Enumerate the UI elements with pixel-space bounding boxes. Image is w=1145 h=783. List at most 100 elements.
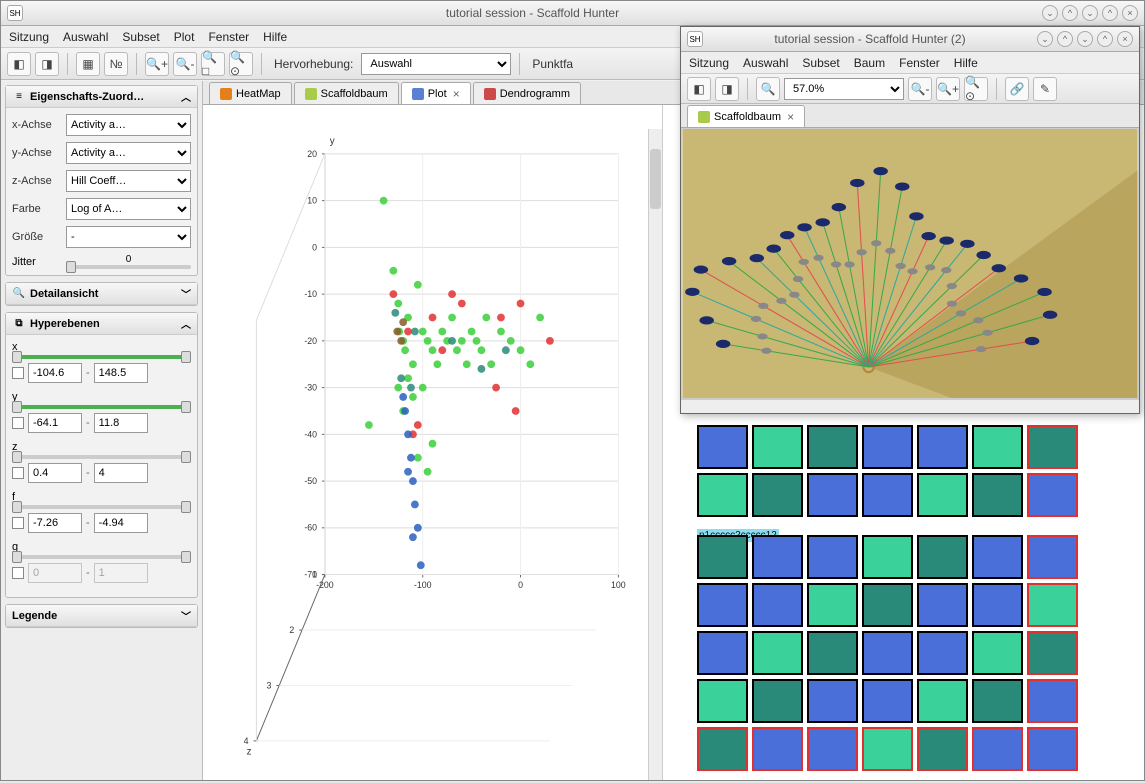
hyper-x-slider[interactable]: [12, 355, 191, 359]
jitter-slider[interactable]: [66, 265, 191, 269]
treemap-cell[interactable]: [697, 679, 748, 723]
treemap-cell[interactable]: [697, 425, 748, 469]
treemap-cell[interactable]: [917, 727, 968, 771]
treemap-cell[interactable]: [862, 631, 913, 675]
hyper-z-min[interactable]: [28, 463, 82, 483]
plot-area[interactable]: y20100-10-20-30-40-50-60-70-200-1000100z…: [203, 105, 663, 780]
treemap-cell[interactable]: [1027, 631, 1078, 675]
treemap-cell[interactable]: [807, 583, 858, 627]
hyper-f-check[interactable]: [12, 517, 24, 529]
menu-sitzung[interactable]: Sitzung: [9, 30, 49, 44]
zoom-sel-icon[interactable]: 🔍⊙: [964, 77, 988, 101]
menu-subset[interactable]: Subset: [122, 30, 159, 44]
treemap-cell[interactable]: [862, 425, 913, 469]
treemap-cell[interactable]: [862, 473, 913, 517]
hyper-y-min[interactable]: [28, 413, 82, 433]
hyper-panel-head[interactable]: ⧉ Hyperebenen ︿: [6, 313, 197, 335]
menu2-fenster[interactable]: Fenster: [899, 56, 940, 70]
legend-panel-head[interactable]: Legende ﹀: [6, 605, 197, 627]
treemap-cell[interactable]: [1027, 583, 1078, 627]
color-select[interactable]: Log of A…: [66, 198, 191, 220]
tab-close-icon[interactable]: ×: [453, 87, 460, 101]
zoom-fit-icon[interactable]: 🔍: [756, 77, 780, 101]
hyper-x-max[interactable]: [94, 363, 148, 383]
size-select[interactable]: -: [66, 226, 191, 248]
link-icon[interactable]: 🔗: [1005, 77, 1029, 101]
minimize-button[interactable]: ⌄: [1077, 31, 1093, 47]
expand-icon[interactable]: ﹀: [181, 286, 191, 301]
treemap-cell[interactable]: [752, 679, 803, 723]
treemap-cell[interactable]: [862, 727, 913, 771]
brush-icon[interactable]: ✎: [1033, 77, 1057, 101]
hyper-y-slider[interactable]: [12, 405, 191, 409]
titlebar-extra1-button[interactable]: ⌄: [1042, 5, 1058, 21]
treemap-cell[interactable]: [752, 583, 803, 627]
scatter-plot[interactable]: y20100-10-20-30-40-50-60-70-200-1000100z…: [203, 105, 662, 780]
titlebar-extra2-button[interactable]: ^: [1062, 5, 1078, 21]
menu-fenster[interactable]: Fenster: [208, 30, 249, 44]
hyper-z-check[interactable]: [12, 467, 24, 479]
close-button[interactable]: ×: [1122, 5, 1138, 21]
menu2-baum[interactable]: Baum: [854, 56, 885, 70]
treemap[interactable]: n1ccccc2ccccc12: [697, 425, 1144, 780]
zoom-out-icon[interactable]: 🔍-: [173, 52, 197, 76]
treemap-cell[interactable]: [917, 679, 968, 723]
treemap-cell[interactable]: [1027, 679, 1078, 723]
treemap-cell[interactable]: [752, 535, 803, 579]
menu2-auswahl[interactable]: Auswahl: [743, 56, 788, 70]
menu-hilfe[interactable]: Hilfe: [263, 30, 287, 44]
treemap-cell[interactable]: [972, 425, 1023, 469]
treemap-cell[interactable]: [1027, 425, 1078, 469]
hyper-z-max[interactable]: [94, 463, 148, 483]
treemap-cell[interactable]: [862, 583, 913, 627]
treemap-cell[interactable]: [1027, 727, 1078, 771]
treemap-cell[interactable]: [1027, 535, 1078, 579]
layout-right-icon[interactable]: ◨: [715, 77, 739, 101]
treemap-cell[interactable]: [972, 535, 1023, 579]
treemap-cell[interactable]: [807, 425, 858, 469]
tab-dendrogramm[interactable]: Dendrogramm: [473, 82, 581, 104]
treemap-cell[interactable]: [807, 727, 858, 771]
treemap-cell[interactable]: [972, 679, 1023, 723]
menu2-hilfe[interactable]: Hilfe: [954, 56, 978, 70]
treemap-cell[interactable]: [752, 727, 803, 771]
treemap-cell[interactable]: [972, 631, 1023, 675]
secondary-titlebar[interactable]: SH tutorial session - Scaffold Hunter (2…: [681, 27, 1139, 52]
treemap-cell[interactable]: [917, 535, 968, 579]
treemap-cell[interactable]: [972, 727, 1023, 771]
titlebar-extra2-button[interactable]: ^: [1057, 31, 1073, 47]
menu-plot[interactable]: Plot: [174, 30, 195, 44]
plot-scrollbar[interactable]: [648, 129, 662, 780]
treemap-cell[interactable]: [862, 679, 913, 723]
y-axis-select[interactable]: Activity a…: [66, 142, 191, 164]
treemap-cell[interactable]: [807, 535, 858, 579]
treemap-cell[interactable]: [752, 425, 803, 469]
treemap-cell[interactable]: [807, 679, 858, 723]
z-axis-select[interactable]: Hill Coeff…: [66, 170, 191, 192]
main-titlebar[interactable]: SH tutorial session - Scaffold Hunter ⌄ …: [1, 1, 1144, 26]
tab-scaffoldbaum2[interactable]: Scaffoldbaum ×: [687, 105, 805, 127]
treemap-cell[interactable]: [697, 727, 748, 771]
radial-tree[interactable]: [682, 129, 1138, 398]
maximize-button[interactable]: ^: [1102, 5, 1118, 21]
hyper-x-check[interactable]: [12, 367, 24, 379]
layout-left-icon[interactable]: ◧: [7, 52, 31, 76]
zoom-sel-icon[interactable]: 🔍⊙: [229, 52, 253, 76]
collapse-icon[interactable]: ︿: [181, 89, 191, 104]
detail-panel-head[interactable]: 🔍 Detailansicht ﹀: [6, 283, 197, 305]
highlight-select[interactable]: Auswahl: [361, 53, 511, 75]
treemap-cell[interactable]: [697, 583, 748, 627]
layout-right-icon[interactable]: ◨: [35, 52, 59, 76]
menu2-subset[interactable]: Subset: [802, 56, 839, 70]
titlebar-extra1-button[interactable]: ⌄: [1037, 31, 1053, 47]
grid-icon[interactable]: ▦: [76, 52, 100, 76]
zoom-fit-icon[interactable]: 🔍□: [201, 52, 225, 76]
menu-auswahl[interactable]: Auswahl: [63, 30, 108, 44]
zoom-in-icon[interactable]: 🔍+: [145, 52, 169, 76]
hyper-g-slider[interactable]: [12, 555, 191, 559]
treemap-cell[interactable]: [972, 473, 1023, 517]
zoom-in-icon[interactable]: 🔍+: [936, 77, 960, 101]
treemap-cell[interactable]: [917, 631, 968, 675]
hyper-y-max[interactable]: [94, 413, 148, 433]
hyper-f-slider[interactable]: [12, 505, 191, 509]
